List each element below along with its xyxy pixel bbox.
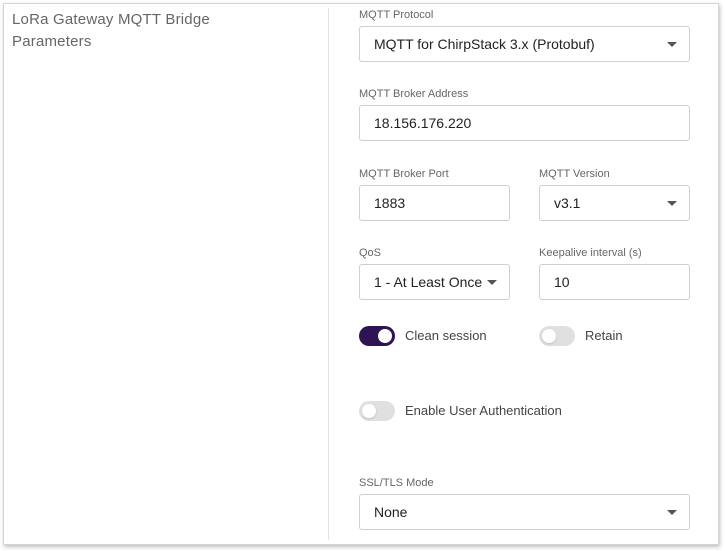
- broker-address-input[interactable]: 18.156.176.220: [359, 105, 690, 141]
- mqtt-protocol-select[interactable]: MQTT for ChirpStack 3.x (Protobuf): [359, 26, 690, 62]
- chevron-down-icon: [667, 510, 677, 515]
- broker-port-input[interactable]: 1883: [359, 185, 510, 221]
- qos-value: 1 - At Least Once: [374, 274, 483, 290]
- broker-port-label: MQTT Broker Port: [359, 168, 449, 180]
- chevron-down-icon: [667, 201, 677, 206]
- retain-label: Retain: [585, 328, 623, 343]
- mqtt-version-label: MQTT Version: [539, 168, 610, 180]
- keepalive-value: 10: [554, 274, 570, 290]
- user-auth-toggle[interactable]: [359, 401, 395, 421]
- ssl-tls-value: None: [374, 504, 408, 520]
- mqtt-protocol-value: MQTT for ChirpStack 3.x (Protobuf): [374, 36, 595, 52]
- section-title-line2: Parameters: [12, 33, 92, 50]
- divider: [328, 8, 329, 540]
- toggle-knob: [542, 329, 556, 343]
- keepalive-label: Keepalive interval (s): [539, 247, 642, 259]
- toggle-knob: [378, 329, 392, 343]
- keepalive-input[interactable]: 10: [539, 264, 690, 300]
- clean-session-label: Clean session: [405, 328, 487, 343]
- chevron-down-icon: [667, 42, 677, 47]
- qos-label: QoS: [359, 247, 382, 259]
- clean-session-toggle[interactable]: [359, 326, 395, 346]
- chevron-down-icon: [487, 280, 497, 285]
- section-title: LoRa Gateway MQTT Bridge Parameters: [12, 9, 312, 53]
- mqtt-protocol-label: MQTT Protocol: [359, 9, 434, 21]
- ssl-tls-select[interactable]: None: [359, 494, 690, 530]
- qos-select[interactable]: 1 - At Least Once: [359, 264, 510, 300]
- broker-address-label: MQTT Broker Address: [359, 88, 469, 100]
- mqtt-version-select[interactable]: v3.1: [539, 185, 690, 221]
- mqtt-version-value: v3.1: [554, 195, 581, 211]
- user-auth-label: Enable User Authentication: [405, 403, 562, 418]
- ssl-tls-label: SSL/TLS Mode: [359, 477, 434, 489]
- section-title-line1: LoRa Gateway MQTT Bridge: [12, 11, 210, 28]
- toggle-knob: [362, 404, 376, 418]
- retain-toggle[interactable]: [539, 326, 575, 346]
- broker-port-value: 1883: [374, 195, 406, 211]
- broker-address-value: 18.156.176.220: [374, 115, 472, 131]
